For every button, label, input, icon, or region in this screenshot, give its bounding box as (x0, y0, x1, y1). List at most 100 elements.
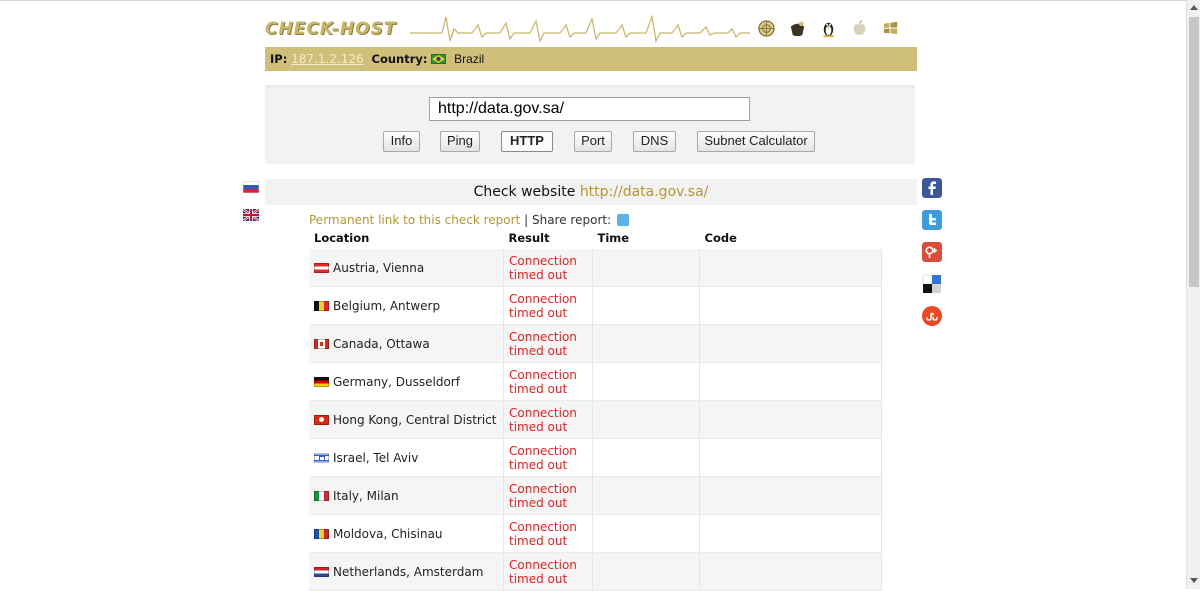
check-form: Info Ping HTTP Port DNS Subnet Calculato… (265, 85, 915, 164)
result-line2: timed out (509, 381, 568, 396)
scroll-thumb[interactable] (1189, 17, 1199, 287)
http-button[interactable]: HTTP (501, 131, 553, 152)
location-text: Germany, Dusseldorf (333, 374, 460, 389)
table-row: Netherlands, Amsterdam Connection timed o… (309, 552, 882, 591)
table-row: Belgium, Antwerp Connection timed out (309, 286, 882, 325)
result-cell: Connection timed out (503, 400, 593, 439)
result-line2: timed out (509, 343, 568, 358)
result-cell: Connection timed out (503, 476, 593, 515)
scroll-up-arrow-icon[interactable] (1190, 5, 1198, 10)
time-cell (592, 249, 700, 287)
code-cell (699, 362, 882, 401)
google-plus-icon[interactable] (922, 242, 942, 262)
location-text: Israel, Tel Aviv (333, 450, 419, 465)
netherlands-flag-icon (314, 566, 329, 577)
code-cell (699, 476, 882, 515)
location-text: Netherlands, Amsterdam (333, 564, 484, 579)
port-button[interactable]: Port (574, 131, 612, 152)
code-cell (699, 400, 882, 439)
result-cell: Connection timed out (503, 362, 593, 401)
result-line2: timed out (509, 419, 568, 434)
result-line1: Connection (509, 557, 577, 572)
scroll-down-arrow-icon[interactable] (1190, 578, 1198, 583)
delicious-icon[interactable] (922, 274, 942, 294)
linux-icon[interactable] (819, 19, 838, 38)
location-cell: Italy, Milan (309, 476, 504, 515)
italy-flag-icon (314, 490, 329, 501)
belgium-flag-icon (314, 300, 329, 311)
apple-icon[interactable] (850, 19, 869, 38)
hong-kong-flag-icon (314, 414, 329, 425)
moldova-flag-icon (314, 528, 329, 539)
result-line1: Connection (509, 519, 577, 534)
russia-flag-icon[interactable] (243, 181, 259, 193)
ip-label: IP: (270, 52, 288, 66)
result-line1: Connection (509, 329, 577, 344)
location-cell: Netherlands, Amsterdam (309, 552, 504, 591)
uk-flag-icon[interactable] (243, 209, 259, 221)
location-text: Austria, Vienna (333, 260, 425, 275)
twitter-icon[interactable] (922, 210, 942, 230)
code-cell (699, 249, 882, 287)
checked-url-link[interactable]: http://data.gov.sa/ (580, 184, 709, 200)
result-cell: Connection timed out (503, 249, 593, 287)
windows-icon[interactable] (881, 19, 900, 38)
code-cell (699, 324, 882, 363)
table-row: Austria, Vienna Connection timed out (309, 249, 882, 287)
info-button[interactable]: Info (383, 131, 420, 152)
time-cell (592, 324, 700, 363)
vertical-scrollbar[interactable] (1186, 0, 1200, 589)
time-cell (592, 476, 700, 515)
page-top-border (0, 0, 1200, 1)
code-cell (699, 552, 882, 591)
time-cell (592, 552, 700, 591)
ip-info-bar: IP: 187.1.2.126 Country: Brazil (265, 47, 917, 71)
location-text: Moldova, Chisinau (333, 526, 443, 541)
subnet-calculator-button[interactable]: Subnet Calculator (697, 131, 815, 152)
result-line2: timed out (509, 571, 568, 586)
location-cell: Israel, Tel Aviv (309, 438, 504, 477)
facebook-icon[interactable] (922, 178, 942, 198)
os-icons (757, 19, 900, 38)
bsd-icon[interactable] (788, 19, 807, 38)
result-cell: Connection timed out (503, 514, 593, 553)
world-icon[interactable] (757, 19, 776, 38)
austria-flag-icon (314, 262, 329, 273)
site-header: CHECK-HOST (265, 10, 917, 46)
heartbeat-line-icon (410, 14, 750, 44)
share-separator: | (524, 213, 529, 227)
israel-flag-icon (314, 452, 329, 463)
table-row: Israel, Tel Aviv Connection timed out (309, 438, 882, 477)
result-line2: timed out (509, 305, 568, 320)
ping-button[interactable]: Ping (440, 131, 480, 152)
result-cell: Connection timed out (503, 286, 593, 325)
share-twitter-icon[interactable] (616, 214, 629, 226)
permanent-link[interactable]: Permanent link to this check report (309, 213, 520, 227)
panel-title: Check website http://data.gov.sa/ (265, 179, 917, 205)
result-line2: timed out (509, 533, 568, 548)
canada-flag-icon (314, 338, 329, 349)
results-panel: Check website http://data.gov.sa/ Perman… (265, 177, 917, 591)
time-cell (592, 400, 700, 439)
share-label: Share report: (531, 213, 612, 227)
table-row: Hong Kong, Central District Connection ti… (309, 400, 882, 439)
result-cell: Connection timed out (503, 438, 593, 477)
result-line1: Connection (509, 405, 577, 420)
header-location: Location (314, 231, 370, 245)
location-cell: Germany, Dusseldorf (309, 362, 504, 401)
header-result: Result (508, 231, 550, 245)
code-cell (699, 286, 882, 325)
stumbleupon-icon[interactable] (922, 306, 942, 326)
time-cell (592, 362, 700, 401)
site-logo[interactable]: CHECK-HOST (265, 19, 396, 39)
location-cell: Austria, Vienna (309, 249, 504, 287)
dns-button[interactable]: DNS (633, 131, 676, 152)
ip-address-link[interactable]: 187.1.2.126 (291, 52, 364, 66)
result-line1: Connection (509, 253, 577, 268)
table-row: Moldova, Chisinau Connection timed out (309, 514, 882, 553)
header-code: Code (704, 231, 737, 245)
location-text: Hong Kong, Central District (333, 412, 497, 427)
url-input[interactable] (429, 97, 750, 121)
location-text: Belgium, Antwerp (333, 298, 441, 313)
location-cell: Moldova, Chisinau (309, 514, 504, 553)
